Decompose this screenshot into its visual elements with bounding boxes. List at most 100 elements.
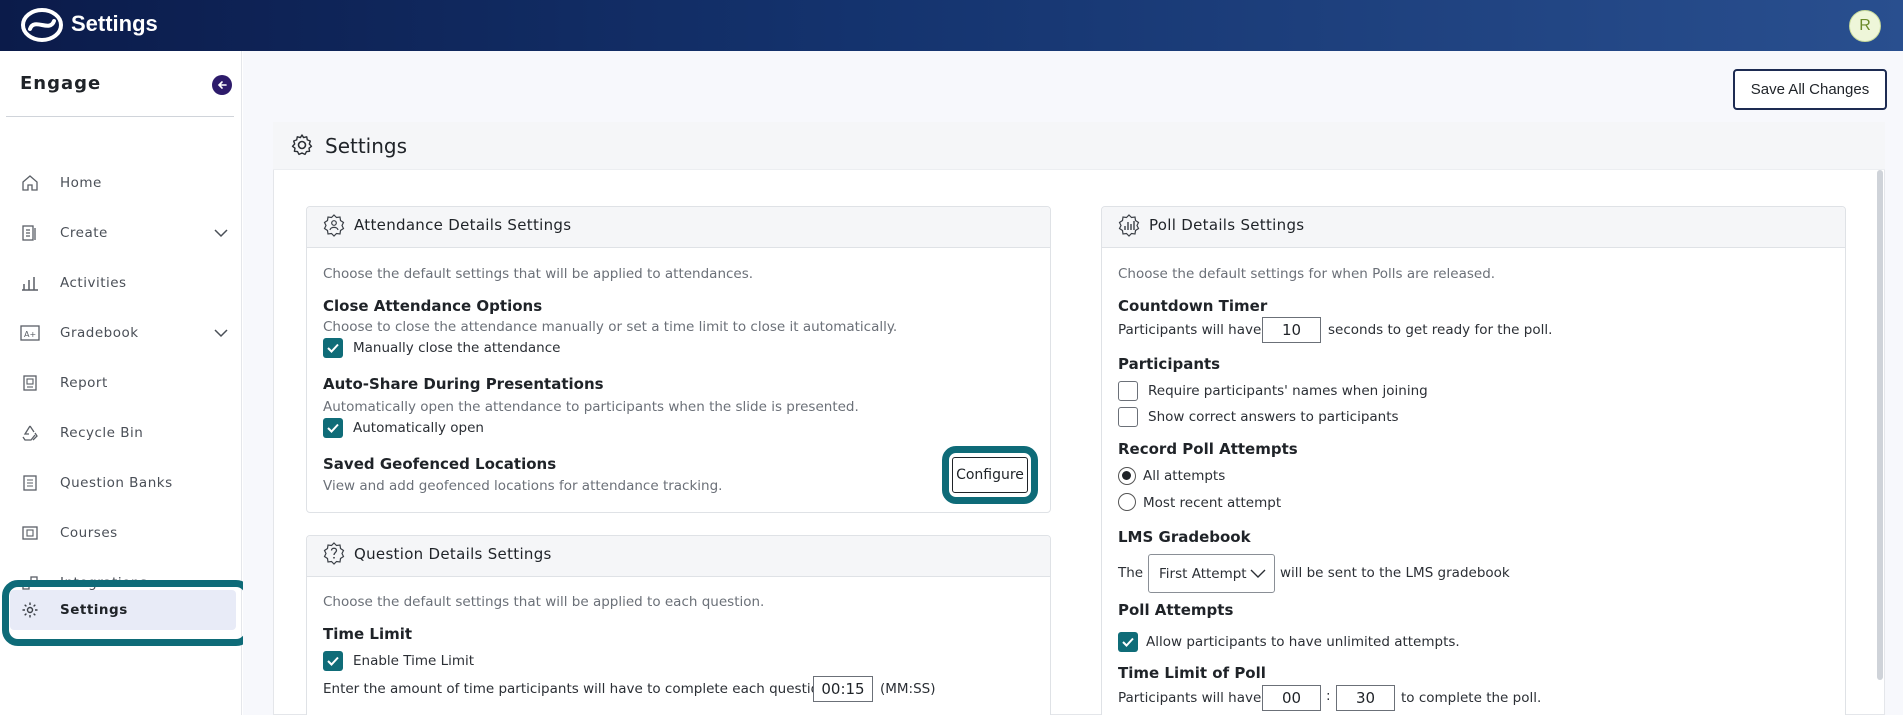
most-recent-attempt-label: Most recent attempt	[1143, 495, 1282, 511]
require-names-label: Require participants' names when joining	[1148, 383, 1428, 399]
sidebar-item-label: Courses	[60, 525, 118, 541]
sidebar-brand: Engage	[20, 73, 102, 94]
poll-time-limit-heading: Time Limit of Poll	[1118, 664, 1266, 682]
sidebar-item-gradebook[interactable]: A+ Gradebook	[0, 313, 242, 353]
recycle-icon	[20, 423, 40, 443]
gear-icon	[291, 134, 313, 156]
poll-attempts-heading: Poll Attempts	[1118, 601, 1234, 619]
countdown-suffix: seconds to get ready for the poll.	[1328, 322, 1553, 338]
auto-share-desc: Automatically open the attendance to par…	[323, 399, 859, 415]
sidebar-item-recycle-bin[interactable]: Recycle Bin	[0, 413, 242, 453]
lms-prefix: The	[1118, 565, 1144, 581]
create-icon	[20, 223, 40, 243]
manually-close-label: Manually close the attendance	[353, 340, 561, 356]
gradebook-icon: A+	[20, 323, 40, 343]
lms-suffix: will be sent to the LMS gradebook	[1280, 565, 1510, 581]
countdown-heading: Countdown Timer	[1118, 297, 1268, 315]
lms-gradebook-heading: LMS Gradebook	[1118, 528, 1251, 546]
sidebar-item-report[interactable]: Report	[0, 363, 242, 403]
enable-time-limit-checkbox[interactable]	[323, 651, 343, 671]
sidebar-item-courses[interactable]: Courses	[0, 513, 242, 553]
sidebar-item-activities[interactable]: Activities	[0, 263, 242, 303]
configure-button[interactable]: Configure	[952, 457, 1028, 493]
all-attempts-radio[interactable]	[1118, 467, 1136, 485]
show-answers-label: Show correct answers to participants	[1148, 409, 1399, 425]
geofenced-desc: View and add geofenced locations for att…	[323, 478, 723, 494]
sidebar-item-home[interactable]: Home	[0, 163, 242, 203]
poll-limit-minutes-input[interactable]: 00	[1262, 685, 1321, 711]
checkmark-icon	[327, 423, 339, 433]
lms-attempt-select[interactable]: First Attempt	[1148, 554, 1275, 593]
close-attendance-heading: Close Attendance Options	[323, 297, 543, 315]
home-icon	[20, 173, 40, 193]
poll-limit-prefix: Participants will have	[1118, 690, 1262, 706]
courses-icon	[20, 523, 40, 543]
collapse-sidebar-button[interactable]	[212, 75, 232, 95]
auto-share-heading: Auto-Share During Presentations	[323, 375, 604, 393]
time-limit-heading: Time Limit	[323, 625, 413, 643]
user-avatar[interactable]: R	[1849, 10, 1881, 42]
automatically-open-checkbox[interactable]	[323, 418, 343, 438]
sidebar-item-label: Gradebook	[60, 325, 139, 341]
checkmark-icon	[327, 343, 339, 353]
time-limit-unit: (MM:SS)	[880, 681, 936, 697]
require-names-checkbox[interactable]	[1118, 381, 1138, 401]
poll-limit-suffix: to complete the poll.	[1401, 690, 1542, 706]
poll-intro: Choose the default settings for when Pol…	[1118, 266, 1496, 282]
attendance-intro: Choose the default settings that will be…	[323, 266, 754, 282]
most-recent-attempt-radio[interactable]	[1118, 493, 1136, 511]
sidebar-item-create[interactable]: Create	[0, 213, 242, 253]
arrow-left-icon	[217, 81, 227, 89]
highlight-ring	[2, 580, 252, 646]
sidebar-item-label: Question Banks	[60, 475, 173, 491]
record-attempts-heading: Record Poll Attempts	[1118, 440, 1298, 458]
participants-heading: Participants	[1118, 355, 1221, 373]
question-settings-icon	[323, 542, 345, 565]
bar-chart-icon	[20, 273, 40, 293]
all-attempts-label: All attempts	[1143, 468, 1226, 484]
settings-panel-header	[273, 122, 1885, 170]
checkmark-icon	[1122, 637, 1134, 647]
poll-settings-icon	[1118, 214, 1140, 237]
countdown-prefix: Participants will have	[1118, 322, 1262, 338]
sidebar-item-label: Home	[60, 175, 102, 191]
manually-close-checkbox[interactable]	[323, 338, 343, 358]
save-all-changes-button[interactable]: Save All Changes	[1733, 69, 1887, 110]
question-intro: Choose the default settings that will be…	[323, 594, 765, 610]
attendance-settings-icon	[323, 214, 345, 237]
poll-limit-separator: :	[1326, 688, 1331, 704]
sidebar-divider	[6, 116, 234, 117]
sidebar-item-label: Report	[60, 375, 108, 391]
checkmark-icon	[327, 656, 339, 666]
time-limit-input[interactable]: 00:15	[813, 676, 873, 702]
scrollbar[interactable]	[1877, 170, 1883, 680]
svg-text:A+: A+	[24, 330, 36, 339]
sidebar-item-label: Activities	[60, 275, 127, 291]
report-icon	[20, 373, 40, 393]
sidebar-item-question-banks[interactable]: Question Banks	[0, 463, 242, 503]
show-answers-checkbox[interactable]	[1118, 407, 1138, 427]
time-limit-desc: Enter the amount of time participants wi…	[323, 681, 828, 697]
question-card-title: Question Details Settings	[354, 545, 552, 563]
unlimited-attempts-checkbox[interactable]	[1118, 632, 1138, 652]
top-bar: Settings R	[0, 0, 1903, 51]
question-bank-icon	[20, 473, 40, 493]
page-title: Settings	[325, 134, 408, 158]
unlimited-attempts-label: Allow participants to have unlimited att…	[1146, 634, 1460, 650]
sidebar-item-label: Recycle Bin	[60, 425, 144, 441]
app-title: Settings	[71, 11, 158, 36]
sidebar-item-label: Create	[60, 225, 108, 241]
poll-limit-seconds-input[interactable]: 30	[1336, 685, 1395, 711]
countdown-input[interactable]: 10	[1262, 317, 1321, 343]
enable-time-limit-label: Enable Time Limit	[353, 653, 475, 669]
attendance-card-title: Attendance Details Settings	[354, 216, 572, 234]
geofenced-heading: Saved Geofenced Locations	[323, 455, 557, 473]
chevron-down-icon	[1250, 569, 1266, 578]
poll-card-title: Poll Details Settings	[1149, 216, 1305, 234]
chevron-down-icon[interactable]	[212, 224, 230, 242]
close-attendance-desc: Choose to close the attendance manually …	[323, 319, 898, 335]
automatically-open-label: Automatically open	[353, 420, 484, 436]
chevron-down-icon[interactable]	[212, 324, 230, 342]
lms-attempt-select-value: First Attempt	[1159, 565, 1247, 582]
app-logo-icon[interactable]	[20, 7, 64, 43]
